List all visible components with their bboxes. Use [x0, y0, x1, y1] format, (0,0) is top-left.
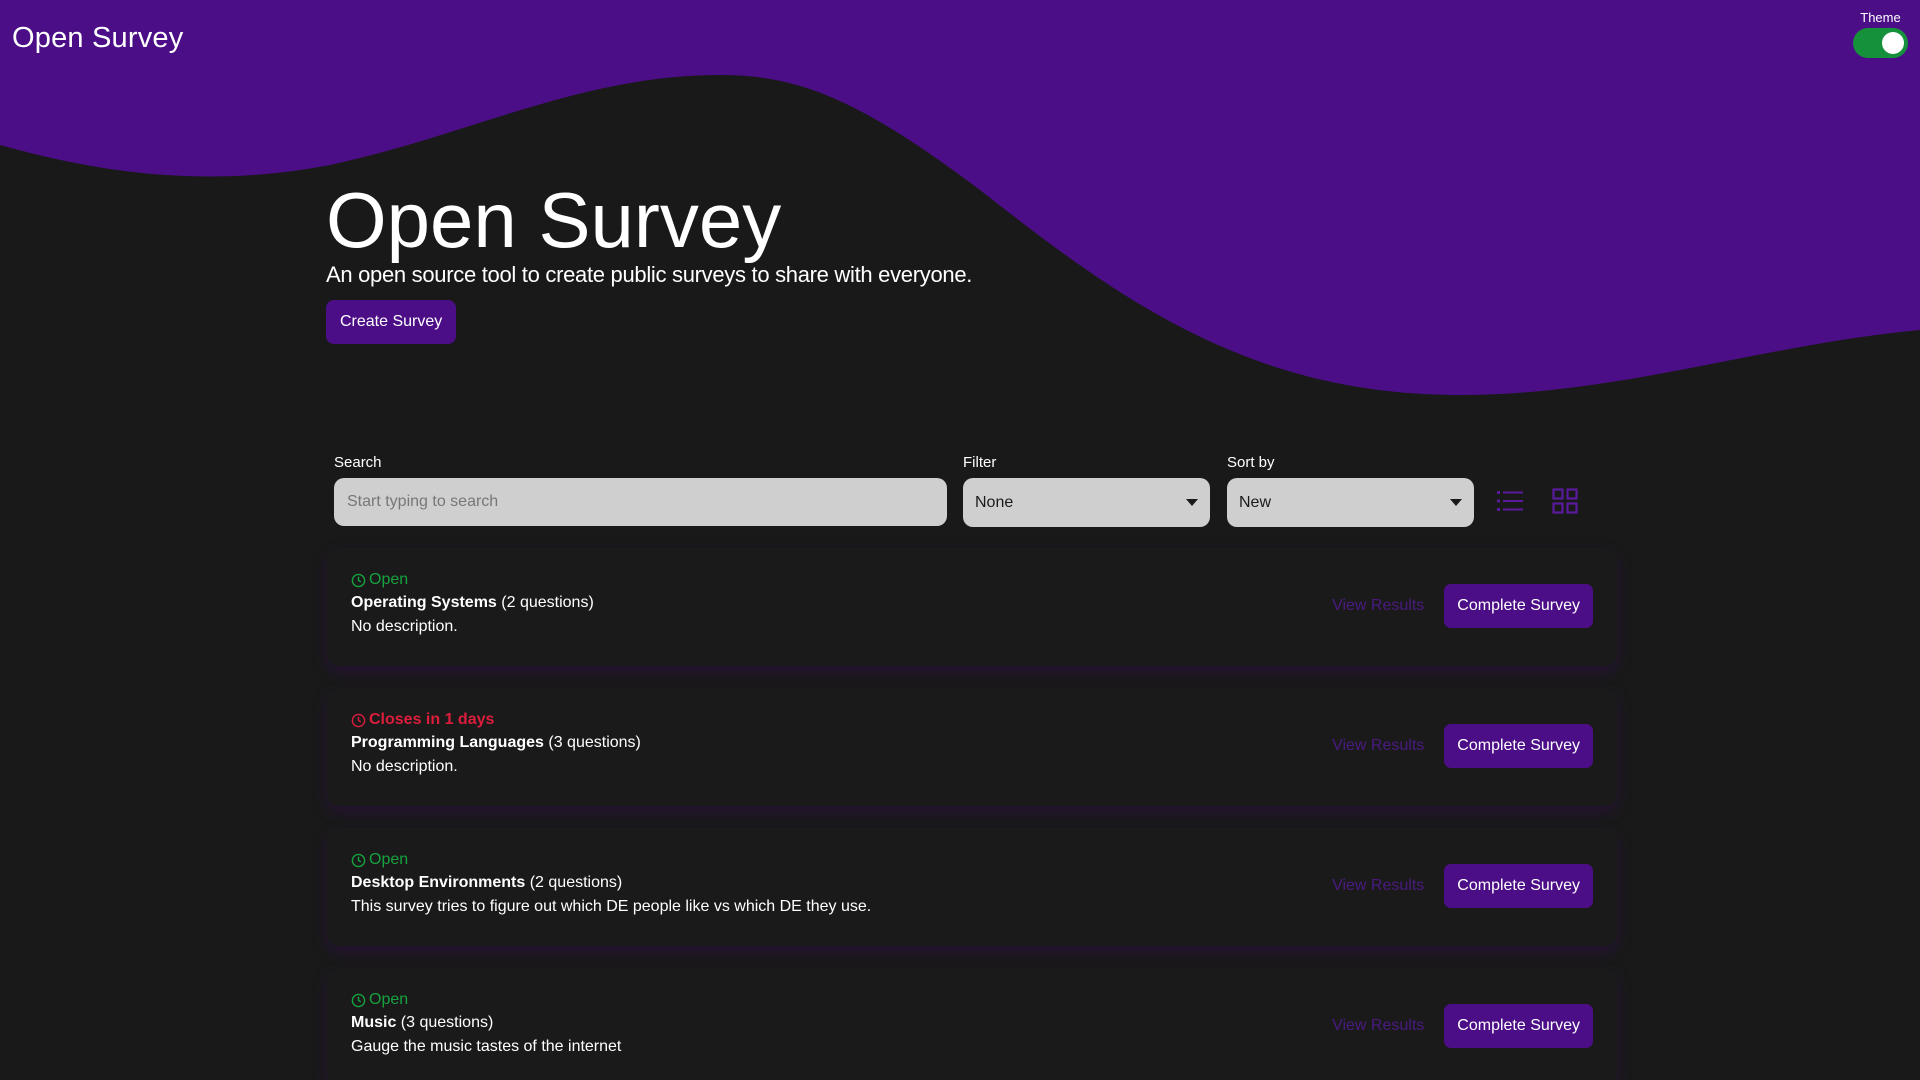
survey-status-text: Open [369, 991, 409, 1008]
filter-control: Filter None [963, 454, 1210, 527]
list-view-icon [1497, 491, 1523, 511]
clock-icon [351, 713, 366, 727]
survey-name: Desktop Environments [351, 874, 526, 891]
survey-actions: View Results Complete Survey [1332, 1004, 1593, 1048]
survey-question-count: (2 questions) [501, 594, 594, 611]
theme-toggle[interactable] [1853, 28, 1908, 58]
search-input[interactable] [334, 478, 947, 526]
filter-value: None [975, 493, 1014, 511]
clock-icon [351, 993, 366, 1007]
theme-label: Theme [1860, 10, 1901, 25]
brand-title[interactable]: Open Survey [12, 22, 183, 55]
survey-actions: View Results Complete Survey [1332, 724, 1593, 768]
chevron-down-icon [1186, 499, 1198, 506]
filter-label: Filter [963, 454, 997, 471]
survey-controls: Search Filter None Sort by New [334, 454, 1596, 528]
survey-list: Open Operating Systems (2 questions) No … [327, 548, 1617, 1080]
grid-view-icon [1552, 488, 1578, 514]
hero-section: Open Survey An open source tool to creat… [326, 172, 972, 344]
clock-icon [351, 853, 366, 867]
survey-card: Open Music (3 questions) Gauge the music… [327, 968, 1617, 1080]
page: Open Survey Theme Open Survey An open so… [0, 0, 1920, 1080]
list-view-button[interactable] [1493, 485, 1527, 517]
survey-actions: View Results Complete Survey [1332, 584, 1593, 628]
grid-view-button[interactable] [1548, 485, 1582, 517]
sort-select[interactable]: New [1227, 478, 1474, 527]
sort-control: Sort by New [1227, 454, 1474, 527]
survey-question-count: (3 questions) [548, 734, 641, 751]
create-survey-button[interactable]: Create Survey [326, 300, 457, 344]
toggle-knob [1882, 32, 1904, 54]
complete-survey-button[interactable]: Complete Survey [1444, 864, 1593, 908]
sort-label: Sort by [1227, 454, 1275, 471]
chevron-down-icon [1450, 499, 1462, 506]
survey-card: Closes in 1 days Programming Languages (… [327, 688, 1617, 806]
theme-switcher: Theme [1853, 10, 1908, 58]
clock-icon [351, 573, 366, 587]
view-results-link[interactable]: View Results [1332, 737, 1424, 755]
filter-select[interactable]: None [963, 478, 1210, 527]
top-bar: Open Survey [0, 0, 1920, 76]
survey-card: Open Operating Systems (2 questions) No … [327, 548, 1617, 666]
survey-name: Music [351, 1014, 397, 1031]
search-label: Search [334, 454, 382, 471]
complete-survey-button[interactable]: Complete Survey [1444, 584, 1593, 628]
survey-status-text: Closes in 1 days [369, 711, 495, 728]
hero-title: Open Survey [326, 176, 782, 264]
survey-name: Operating Systems [351, 594, 497, 611]
survey-card: Open Desktop Environments (2 questions) … [327, 828, 1617, 946]
view-results-link[interactable]: View Results [1332, 877, 1424, 895]
survey-actions: View Results Complete Survey [1332, 864, 1593, 908]
survey-question-count: (2 questions) [529, 874, 623, 891]
hero-subtitle: An open source tool to create public sur… [326, 262, 973, 287]
complete-survey-button[interactable]: Complete Survey [1444, 724, 1593, 768]
view-results-link[interactable]: View Results [1332, 597, 1424, 615]
survey-status-text: Open [369, 571, 409, 588]
sort-value: New [1239, 493, 1272, 511]
survey-question-count: (3 questions) [400, 1014, 494, 1031]
survey-status-text: Open [369, 851, 409, 868]
survey-name: Programming Languages [351, 734, 544, 751]
view-results-link[interactable]: View Results [1332, 1017, 1424, 1035]
search-control: Search [334, 454, 947, 526]
complete-survey-button[interactable]: Complete Survey [1444, 1004, 1593, 1048]
